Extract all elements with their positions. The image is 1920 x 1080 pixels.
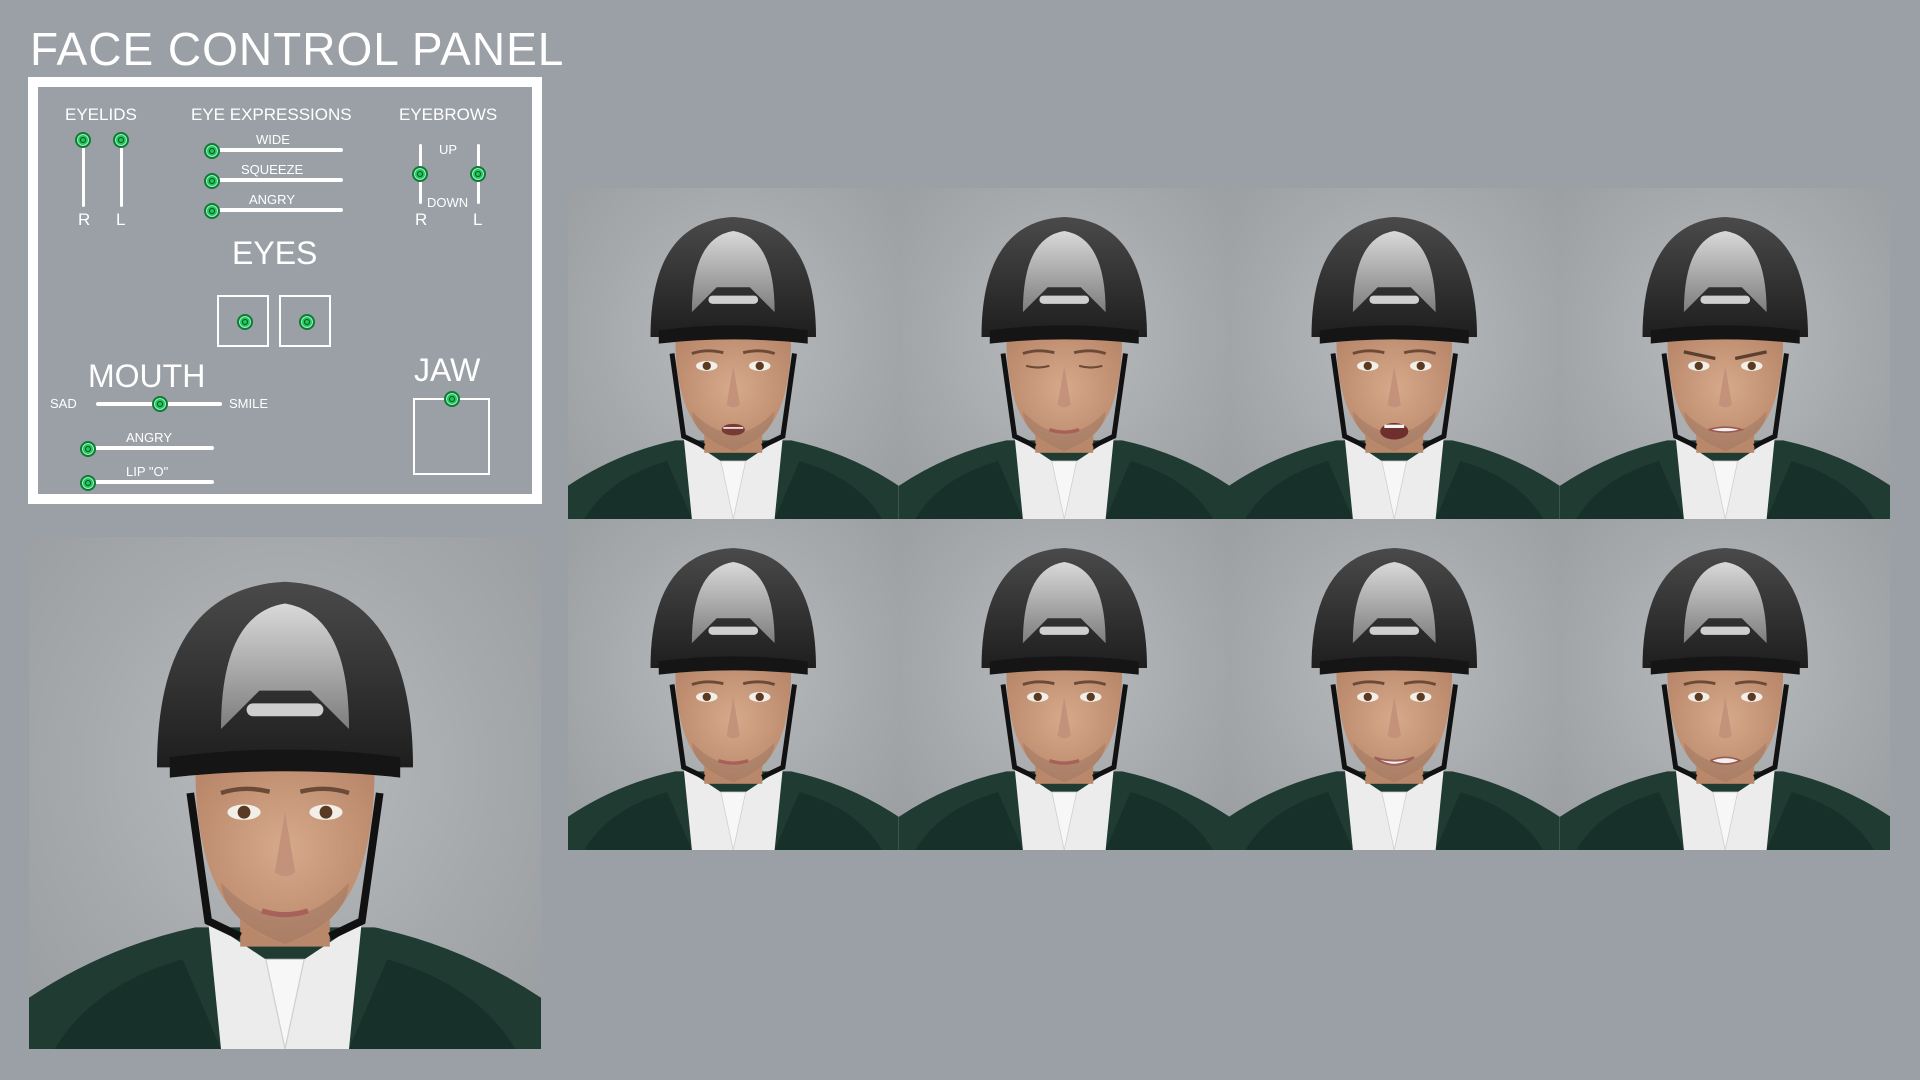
squeeze-slider[interactable] bbox=[211, 178, 343, 182]
eyelids-label: EYELIDS bbox=[65, 105, 137, 124]
jaw-label: JAW bbox=[414, 352, 481, 388]
eye-angry-label: ANGRY bbox=[249, 192, 295, 207]
lip-o-slider[interactable] bbox=[88, 480, 214, 484]
smile-label: SMILE bbox=[229, 396, 269, 411]
eyelid-right-knob[interactable] bbox=[75, 132, 91, 148]
expression-thumb-talk bbox=[568, 188, 899, 519]
eyelid-right-track[interactable] bbox=[82, 143, 85, 207]
jaw-knob[interactable] bbox=[444, 391, 460, 407]
expression-thumb-angry bbox=[1559, 188, 1890, 519]
expression-thumb-neutral-2 bbox=[898, 519, 1229, 850]
main-face-preview bbox=[29, 537, 541, 1049]
eyes-label: EYES bbox=[232, 235, 318, 271]
jaw-pad[interactable] bbox=[413, 398, 490, 475]
squeeze-knob[interactable] bbox=[204, 173, 220, 189]
expression-thumb-grimace bbox=[1559, 519, 1890, 850]
expression-thumb-neutral bbox=[568, 519, 899, 850]
wide-label: WIDE bbox=[256, 132, 290, 147]
sad-label: SAD bbox=[50, 396, 77, 411]
eyelid-left-track[interactable] bbox=[120, 143, 123, 207]
eyelid-left-knob[interactable] bbox=[113, 132, 129, 148]
eye-expressions-label: EYE EXPRESSIONS bbox=[191, 105, 352, 124]
page-title: FACE CONTROL PANEL bbox=[30, 23, 565, 75]
mouth-angry-label: ANGRY bbox=[126, 430, 172, 445]
expression-grid bbox=[568, 188, 1890, 850]
lip-o-label: LIP "O" bbox=[126, 464, 169, 479]
eyebrow-left-knob[interactable] bbox=[470, 166, 486, 182]
eyebrows-down-label: DOWN bbox=[427, 195, 469, 210]
eye-angry-knob[interactable] bbox=[204, 203, 220, 219]
face-control-panel: EYELIDS R L EYE EXPRESSIONS WIDE SQUEEZE… bbox=[28, 77, 542, 504]
eye-angry-slider[interactable] bbox=[211, 208, 343, 212]
wide-knob[interactable] bbox=[204, 143, 220, 159]
wide-slider[interactable] bbox=[211, 148, 343, 152]
eyebrow-right-label: R bbox=[415, 210, 428, 229]
squeeze-label: SQUEEZE bbox=[241, 162, 304, 177]
eyebrows-label: EYEBROWS bbox=[399, 105, 498, 124]
eyebrows-up-label: UP bbox=[439, 142, 458, 157]
expression-thumb-eyes-closed bbox=[898, 188, 1229, 519]
eyebrow-left-label: L bbox=[473, 210, 483, 229]
expression-thumb-surprised bbox=[1229, 188, 1560, 519]
lip-o-knob[interactable] bbox=[80, 475, 96, 491]
mouth-angry-knob[interactable] bbox=[80, 441, 96, 457]
eye-left-knob[interactable] bbox=[299, 314, 315, 330]
eyebrow-right-knob[interactable] bbox=[412, 166, 428, 182]
expression-thumb-smile bbox=[1229, 519, 1560, 850]
mouth-label: MOUTH bbox=[88, 358, 206, 394]
mouth-angry-slider[interactable] bbox=[88, 446, 214, 450]
sad-smile-knob[interactable] bbox=[152, 396, 168, 412]
eyelid-left-label: L bbox=[116, 210, 126, 229]
eye-right-knob[interactable] bbox=[237, 314, 253, 330]
eyelid-right-label: R bbox=[78, 210, 91, 229]
